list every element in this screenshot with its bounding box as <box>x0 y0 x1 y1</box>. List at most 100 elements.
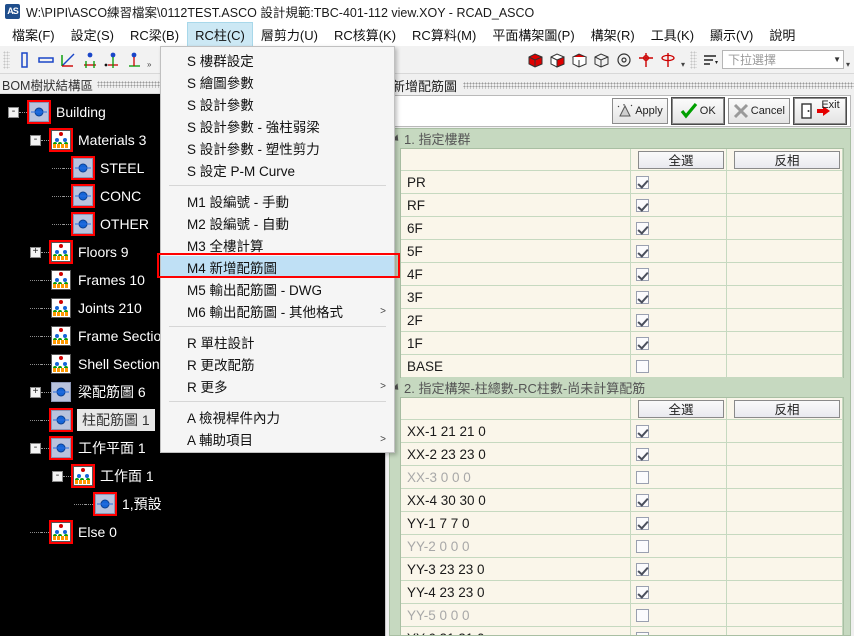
star-icon[interactable] <box>71 212 95 236</box>
node-plus-icon[interactable] <box>79 49 101 71</box>
cube-front-icon[interactable] <box>547 49 569 71</box>
orbit-icon[interactable] <box>657 49 679 71</box>
row-checkbox-cell[interactable] <box>631 627 727 635</box>
node-pick-icon[interactable] <box>123 49 145 71</box>
menu-option[interactable]: S 樓群設定 <box>161 49 394 71</box>
menu-item-8[interactable]: 構架(R) <box>583 22 643 47</box>
table-row[interactable]: YY-1 7 7 0 <box>401 512 843 535</box>
row-checkbox-cell[interactable] <box>631 217 727 239</box>
row-checkbox-cell[interactable] <box>631 512 727 534</box>
menu-item-10[interactable]: 顯示(V) <box>702 22 761 47</box>
menu-option[interactable]: S 繪圖參數 <box>161 71 394 93</box>
menu-option[interactable]: S 設定 P-M Curve <box>161 159 394 181</box>
table-row[interactable]: YY-5 0 0 0 <box>401 604 843 627</box>
menu-option[interactable]: M6 輸出配筋圖 - 其他格式 > <box>161 300 394 322</box>
rc-column-dropdown-menu[interactable]: S 樓群設定 S 繪圖參數 S 設計參數 S 設計參數 - 強柱弱梁 S 設計參數 - … <box>157 46 400 453</box>
select-all-button[interactable]: 全選 <box>638 150 724 169</box>
toolbar-grip[interactable] <box>3 50 10 69</box>
menu-item-9[interactable]: 工具(K) <box>643 22 702 47</box>
menu-option[interactable]: S 設計參數 - 強柱弱梁 <box>161 115 394 137</box>
tree-icon[interactable] <box>51 326 71 346</box>
menu-option[interactable]: R 單柱設計 <box>161 331 394 353</box>
menu-item-7[interactable]: 平面構架圖(P) <box>484 22 582 47</box>
menu-option[interactable]: A 輔助項目 > <box>161 428 394 450</box>
row-checkbox-cell[interactable] <box>631 604 727 626</box>
select-all-button[interactable]: 全選 <box>638 399 724 418</box>
toolbar-grip-2[interactable] <box>689 50 697 69</box>
cancel-button[interactable]: Cancel <box>727 98 790 124</box>
tree-icon[interactable] <box>71 464 95 488</box>
row-checkbox[interactable] <box>636 198 649 212</box>
section-header[interactable]: 1. 指定樓群 <box>390 129 850 148</box>
menu-option[interactable]: A 檢視桿件內力 <box>161 406 394 428</box>
row-checkbox[interactable] <box>636 608 649 622</box>
row-checkbox-cell[interactable] <box>631 420 727 442</box>
menu-item-4[interactable]: 層剪力(U) <box>253 22 326 47</box>
row-checkbox[interactable] <box>636 267 649 281</box>
cube-wire-icon[interactable] <box>591 49 613 71</box>
cube-top-icon[interactable] <box>569 49 591 71</box>
rotate-icon[interactable] <box>613 49 635 71</box>
row-checkbox-cell[interactable] <box>631 240 727 262</box>
ok-button[interactable]: OK <box>670 97 725 125</box>
star-icon[interactable] <box>49 408 73 432</box>
collapse-icon[interactable]: - <box>30 134 41 146</box>
row-checkbox-cell[interactable] <box>631 535 727 557</box>
menu-option[interactable]: R 更多 > <box>161 375 394 397</box>
table-row[interactable]: 5F <box>401 240 843 263</box>
row-checkbox[interactable] <box>636 313 649 327</box>
tree-node[interactable]: 1,預設 <box>0 490 385 518</box>
menu-option[interactable]: M2 設編號 - 自動 <box>161 212 394 234</box>
menu-item-0[interactable]: 檔案(F) <box>4 22 63 47</box>
invert-selection-button[interactable]: 反相 <box>734 399 840 418</box>
menu-item-6[interactable]: RC算料(M) <box>404 22 484 47</box>
expand-icon[interactable]: + <box>30 246 41 258</box>
tree-icon[interactable] <box>49 240 73 264</box>
menu-option[interactable]: S 設計參數 <box>161 93 394 115</box>
table-row[interactable]: YY-4 23 23 0 <box>401 581 843 604</box>
table-row[interactable]: XX-4 30 30 0 <box>401 489 843 512</box>
row-checkbox[interactable] <box>636 244 649 258</box>
row-checkbox[interactable] <box>636 175 649 189</box>
menu-option[interactable]: M1 設編號 - 手動 <box>161 190 394 212</box>
section-header[interactable]: 2. 指定構架-柱總數-RC柱數-尚未計算配筋 <box>390 378 850 397</box>
row-checkbox[interactable] <box>636 562 649 576</box>
menu-item-5[interactable]: RC核算(K) <box>326 22 404 47</box>
tree-icon[interactable] <box>51 354 71 374</box>
menu-item-3[interactable]: RC柱(C) <box>187 21 253 47</box>
table-row[interactable]: 3F <box>401 286 843 309</box>
row-checkbox[interactable] <box>636 359 649 373</box>
table-row[interactable]: BASE <box>401 355 843 378</box>
star-icon[interactable] <box>71 156 95 180</box>
tree-node[interactable]: - 工作面 1 <box>0 462 385 490</box>
star-icon[interactable] <box>71 184 95 208</box>
menu-option[interactable]: M4 新增配筋圖 <box>157 253 400 278</box>
tree-icon[interactable] <box>51 270 71 290</box>
row-checkbox[interactable] <box>636 290 649 304</box>
node-move-icon[interactable] <box>101 49 123 71</box>
toolbar-more-icon[interactable]: » <box>147 60 151 73</box>
collapse-icon[interactable]: - <box>8 106 19 118</box>
exit-button[interactable]: Exit <box>793 97 847 125</box>
row-checkbox-cell[interactable] <box>631 558 727 580</box>
row-checkbox-cell[interactable] <box>631 263 727 285</box>
row-checkbox[interactable] <box>636 539 649 553</box>
menu-option[interactable]: S 設計參數 - 塑性剪力 <box>161 137 394 159</box>
menu-option[interactable]: M3 全樓計算 <box>161 234 394 256</box>
menu-option[interactable]: M5 輸出配筋圖 - DWG <box>161 278 394 300</box>
toolbar-dropdown-select[interactable]: 下拉選擇 ▼ <box>721 50 844 69</box>
table-row[interactable]: YY-3 23 23 0 <box>401 558 843 581</box>
table-row[interactable]: XX-3 0 0 0 <box>401 466 843 489</box>
apply-button[interactable]: Apply <box>612 98 668 124</box>
table-row[interactable]: 2F <box>401 309 843 332</box>
list-icon[interactable] <box>700 49 722 71</box>
table-row[interactable]: 6F <box>401 217 843 240</box>
row-checkbox[interactable] <box>636 336 649 350</box>
table-row[interactable]: RF <box>401 194 843 217</box>
column-icon[interactable] <box>13 49 35 71</box>
table-row[interactable]: XX-2 23 23 0 <box>401 443 843 466</box>
menu-item-1[interactable]: 設定(S) <box>63 22 122 47</box>
row-checkbox[interactable] <box>636 516 649 530</box>
table-row[interactable]: YY-2 0 0 0 <box>401 535 843 558</box>
collapse-icon[interactable]: - <box>30 442 41 454</box>
